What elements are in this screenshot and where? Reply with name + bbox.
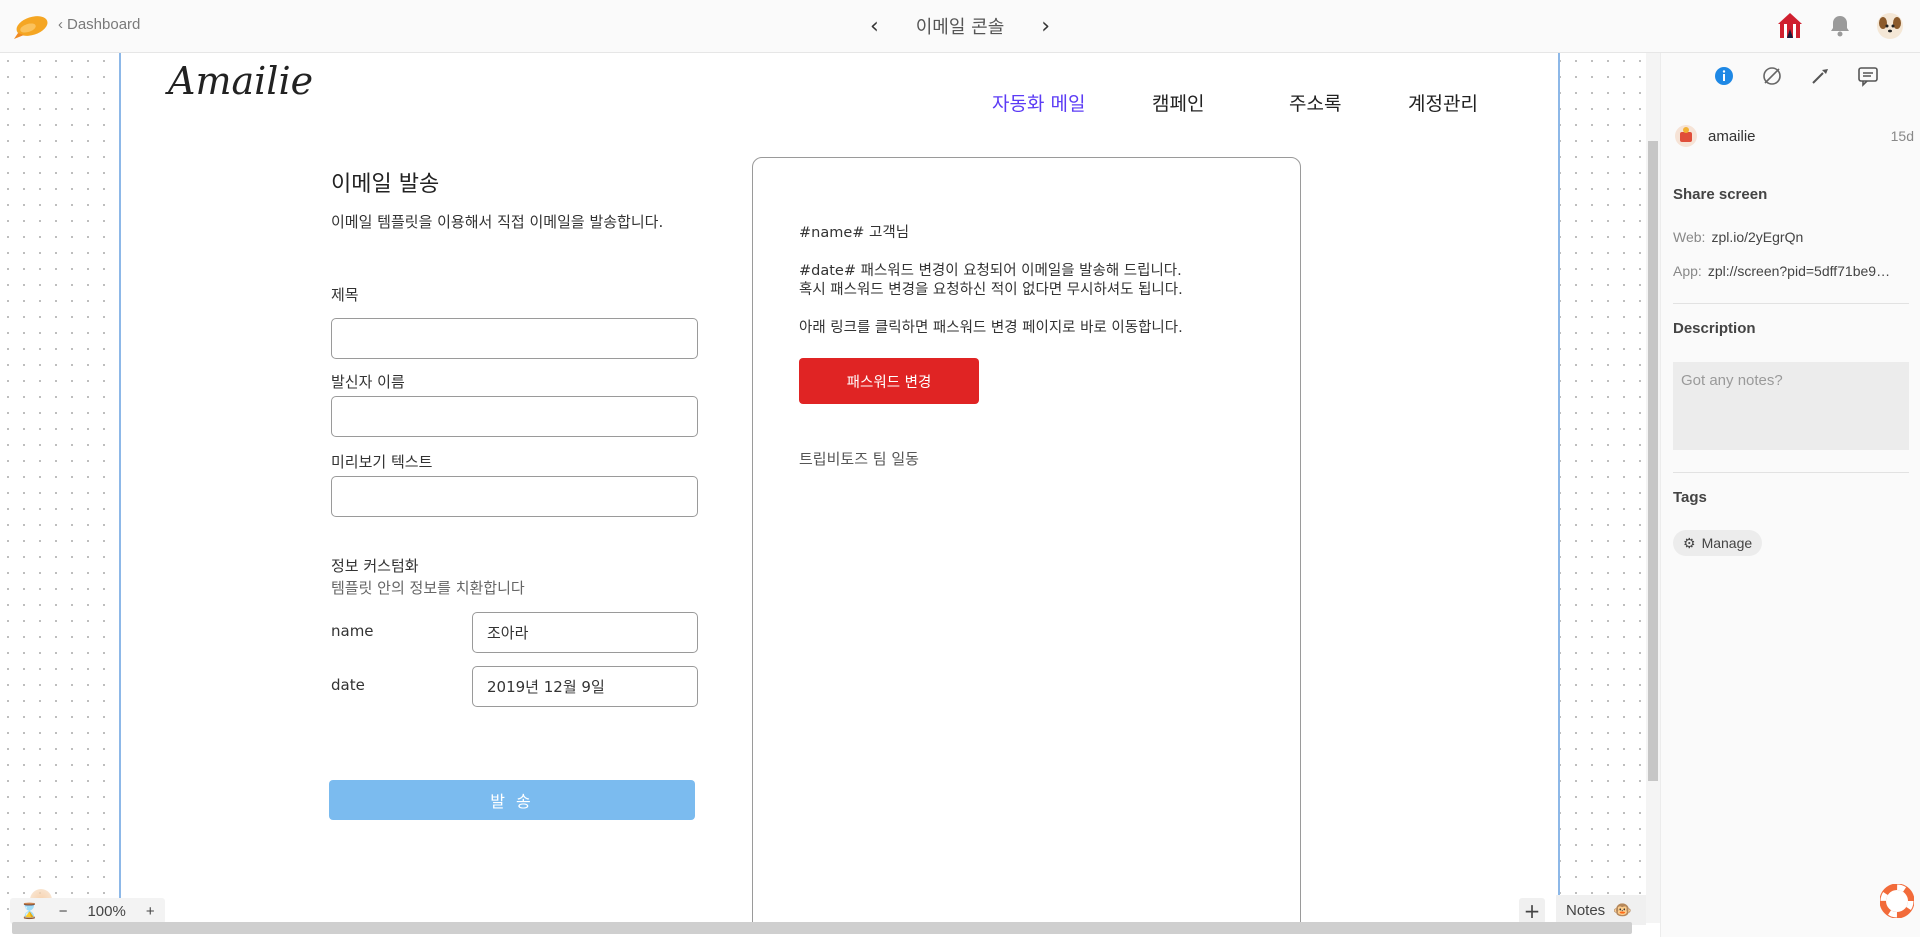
change-password-button[interactable]: 패스워드 변경 [799, 358, 979, 404]
form-subtitle: 이메일 템플릿을 이용해서 직접 이메일을 발송합니다. [331, 213, 664, 231]
description-title: Description [1673, 320, 1756, 337]
side-panel-tabs [1711, 63, 1881, 89]
owner-age: 15d [1890, 128, 1914, 144]
prev-screen-icon[interactable]: ‹ [870, 14, 879, 39]
customization-title: 정보 커스텀화 [331, 557, 419, 575]
divider [1673, 303, 1909, 304]
web-link[interactable]: zpl.io/2yEgrQn [1711, 229, 1803, 245]
notification-bell-icon[interactable] [1824, 10, 1856, 42]
chevron-left-icon: ‹ [58, 16, 63, 33]
screen-switcher: ‹ 이메일 콘솔 › [870, 10, 1050, 42]
nav-item-automation[interactable]: 자동화 메일 [992, 89, 1085, 116]
preview-signature: 트립비토즈 팀 일동 [799, 450, 919, 468]
field-key-name: name [331, 622, 374, 640]
zoom-out-button[interactable]: − [49, 903, 78, 920]
comment-icon[interactable] [1855, 63, 1881, 89]
hide-styles-icon[interactable] [1759, 63, 1785, 89]
nav-item-account[interactable]: 계정관리 [1408, 89, 1478, 116]
preview-text-input[interactable] [331, 476, 698, 517]
help-lifebuoy-icon[interactable] [1879, 883, 1915, 919]
subject-input[interactable] [331, 318, 698, 359]
bottom-bar: ⌛ − 100% + + Notes 🐵 [0, 893, 1646, 937]
app-link[interactable]: zpl://screen?pid=5dff71be9… [1708, 263, 1890, 279]
back-to-dashboard-link[interactable]: ‹ Dashboard [58, 16, 140, 33]
zoom-control: ⌛ − 100% + [10, 898, 165, 924]
info-icon[interactable] [1711, 63, 1737, 89]
preview-line-2: 혹시 패스워드 변경을 요청하신 적이 없다면 무시하셔도 됩니다. [799, 282, 1183, 298]
owner-row: amailie 15d [1674, 124, 1914, 148]
preview-text-label: 미리보기 텍스트 [331, 453, 433, 471]
zeplin-logo-icon[interactable] [12, 11, 50, 41]
gear-icon: ⚙ [1683, 534, 1696, 551]
user-avatar[interactable] [1874, 10, 1906, 42]
send-button[interactable]: 발 송 [329, 780, 695, 820]
share-app-row[interactable]: App: zpl://screen?pid=5dff71be9… [1673, 263, 1890, 279]
field-key-date: date [331, 676, 365, 694]
zoom-in-button[interactable]: + [136, 903, 165, 920]
artboard: Amailie 자동화 메일 캠페인 주소록 계정관리 이메일 발송 이메일 템… [119, 53, 1560, 923]
eyedropper-icon[interactable] [1807, 63, 1833, 89]
back-label: Dashboard [67, 16, 141, 33]
vertical-scroll-thumb[interactable] [1648, 141, 1658, 781]
manage-tags-button[interactable]: ⚙ Manage [1673, 530, 1763, 556]
divider [1673, 472, 1909, 473]
horizontal-scrollbar[interactable] [12, 922, 1632, 934]
top-icons [1774, 10, 1906, 42]
share-screen-title: Share screen [1673, 186, 1768, 203]
screen-title: 이메일 콘솔 [915, 17, 1005, 38]
next-screen-icon[interactable]: › [1041, 14, 1050, 39]
field-value-date-input[interactable]: 2019년 12월 9일 [472, 666, 698, 707]
form-title: 이메일 발송 [331, 172, 440, 197]
top-bar: ‹ Dashboard ‹ 이메일 콘솔 › [0, 0, 1920, 53]
add-note-button[interactable]: + [1519, 898, 1545, 924]
owner-name: amailie [1708, 127, 1756, 145]
field-value-name-input[interactable]: 조아라 [472, 612, 698, 653]
nav-item-campaign[interactable]: 캠페인 [1152, 89, 1204, 116]
app-label: App: [1673, 263, 1702, 279]
email-preview-panel: #name# 고객님 #date# 패스워드 변경이 요청되어 이메일을 발송해… [752, 157, 1301, 923]
tags-title: Tags [1673, 489, 1707, 506]
notes-toggle[interactable]: Notes 🐵 [1556, 895, 1646, 925]
customization-subtitle: 템플릿 안의 정보를 치환합니다 [331, 579, 525, 597]
side-panel: amailie 15d Share screen Web: zpl.io/2yEg… [1660, 53, 1920, 937]
description-input[interactable]: Got any notes? [1673, 362, 1909, 450]
preview-line-1: #date# 패스워드 변경이 요청되어 이메일을 발송해 드립니다. [799, 263, 1182, 279]
sender-name-label: 발신자 이름 [331, 373, 405, 391]
monkey-icon: 🐵 [1613, 902, 1632, 919]
preview-greeting: #name# 고객님 [799, 225, 910, 241]
main-nav: 자동화 메일 캠페인 주소록 계정관리 [121, 89, 1558, 117]
sender-name-input[interactable] [331, 396, 698, 437]
hourglass-icon[interactable]: ⌛ [10, 902, 49, 920]
manage-label: Manage [1701, 535, 1753, 551]
subject-label: 제목 [331, 286, 359, 304]
share-web-row[interactable]: Web: zpl.io/2yEgrQn [1673, 229, 1803, 245]
design-canvas[interactable]: Amailie 자동화 메일 캠페인 주소록 계정관리 이메일 발송 이메일 템… [0, 53, 1646, 923]
web-label: Web: [1673, 229, 1706, 245]
preview-line-3: 아래 링크를 클릭하면 패스워드 변경 페이지로 바로 이동합니다. [799, 320, 1183, 336]
nav-item-addressbook[interactable]: 주소록 [1289, 89, 1341, 116]
zoom-level: 100% [87, 902, 126, 920]
vertical-scrollbar[interactable] [1646, 53, 1660, 923]
notes-label: Notes [1566, 901, 1606, 919]
owner-avatar [1675, 125, 1697, 147]
circus-tent-icon[interactable] [1774, 10, 1806, 42]
